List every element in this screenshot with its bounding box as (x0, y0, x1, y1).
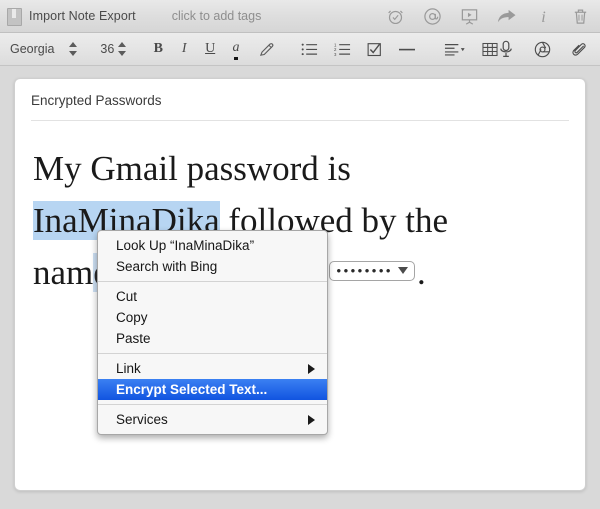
encrypted-dots: •••••••• (336, 262, 393, 278)
menu-separator (98, 353, 327, 354)
font-size-stepper[interactable] (118, 41, 127, 57)
menu-item-label: Search with Bing (116, 259, 218, 274)
encrypted-text-pill[interactable]: •••••••• (328, 260, 415, 281)
table-icon[interactable] (482, 42, 498, 57)
app-window: Import Note Export click to add tags i G… (0, 0, 600, 509)
trash-icon[interactable] (570, 6, 591, 27)
font-family-select[interactable]: Georgia (10, 42, 66, 56)
menu-item-label: Services (116, 412, 168, 427)
add-tags-field[interactable]: click to add tags (172, 9, 262, 23)
body-text-segment: My Gmail password is (33, 149, 351, 188)
menu-item-services[interactable]: Services (98, 409, 327, 430)
chevron-down-icon[interactable] (397, 266, 408, 274)
reminder-alarm-icon[interactable] (385, 6, 406, 27)
checkbox-icon[interactable] (367, 42, 382, 57)
formatting-toolbar: Georgia 36 B I U a 1 2 3 (0, 33, 600, 66)
share-arrow-icon[interactable] (496, 6, 517, 27)
top-toolbar-icons: i (385, 6, 591, 27)
text-color-button[interactable]: a (230, 40, 242, 60)
at-mention-icon[interactable] (422, 6, 443, 27)
bullet-list-icon[interactable] (301, 42, 318, 57)
body-text-segment: nam (33, 253, 94, 292)
horizontal-rule-icon[interactable] (398, 42, 416, 57)
menu-item-search-with-bing[interactable]: Search with Bing (98, 256, 327, 277)
bold-button[interactable]: B (152, 41, 164, 57)
font-family-stepper[interactable] (69, 41, 78, 57)
submenu-arrow-icon (308, 363, 315, 374)
menu-item-label: Link (116, 361, 141, 376)
text-align-icon[interactable] (444, 42, 466, 57)
italic-button[interactable]: I (178, 41, 190, 57)
context-menu[interactable]: Look Up “InaMinaDika” Search with Bing Cut… (97, 230, 328, 435)
top-toolbar: Import Note Export click to add tags i (0, 0, 600, 33)
font-size-input[interactable]: 36 (99, 42, 115, 56)
menu-item-label: Encrypt Selected Text... (116, 382, 268, 397)
menu-separator (98, 281, 327, 282)
microphone-icon[interactable] (498, 40, 514, 58)
menu-item-look-up[interactable]: Look Up “InaMinaDika” (98, 235, 327, 256)
title-divider (31, 120, 569, 121)
presentation-icon[interactable] (459, 6, 480, 27)
media-tools (498, 40, 588, 58)
info-icon[interactable]: i (533, 6, 554, 27)
note-body-line-1: My Gmail password is (33, 143, 567, 195)
menu-item-paste[interactable]: Paste (98, 328, 327, 349)
menu-item-label: Copy (116, 310, 148, 325)
menu-item-label: Look Up “InaMinaDika” (116, 238, 255, 253)
notebook-icon[interactable] (7, 7, 22, 26)
menu-item-link[interactable]: Link (98, 358, 327, 379)
menu-item-label: Paste (116, 331, 151, 346)
menu-item-copy[interactable]: Copy (98, 307, 327, 328)
svg-text:3: 3 (334, 51, 337, 56)
underline-button[interactable]: U (204, 41, 216, 57)
menu-item-label: Cut (116, 289, 138, 304)
submenu-arrow-icon (308, 414, 315, 425)
menu-separator (98, 404, 327, 405)
pencil-highlight-icon[interactable] (258, 41, 275, 58)
svg-text:i: i (541, 9, 546, 26)
menu-item-encrypt-selected-text[interactable]: Encrypt Selected Text... (98, 379, 327, 400)
paperclip-icon[interactable] (571, 41, 588, 58)
note-title[interactable]: Encrypted Passwords (31, 93, 585, 108)
notebook-label[interactable]: Import Note Export (29, 9, 136, 23)
list-tools: 1 2 3 (301, 42, 498, 57)
camera-icon[interactable] (534, 41, 551, 58)
body-text-segment: . (416, 253, 426, 292)
numbered-list-icon[interactable]: 1 2 3 (334, 42, 351, 57)
menu-item-cut[interactable]: Cut (98, 286, 327, 307)
